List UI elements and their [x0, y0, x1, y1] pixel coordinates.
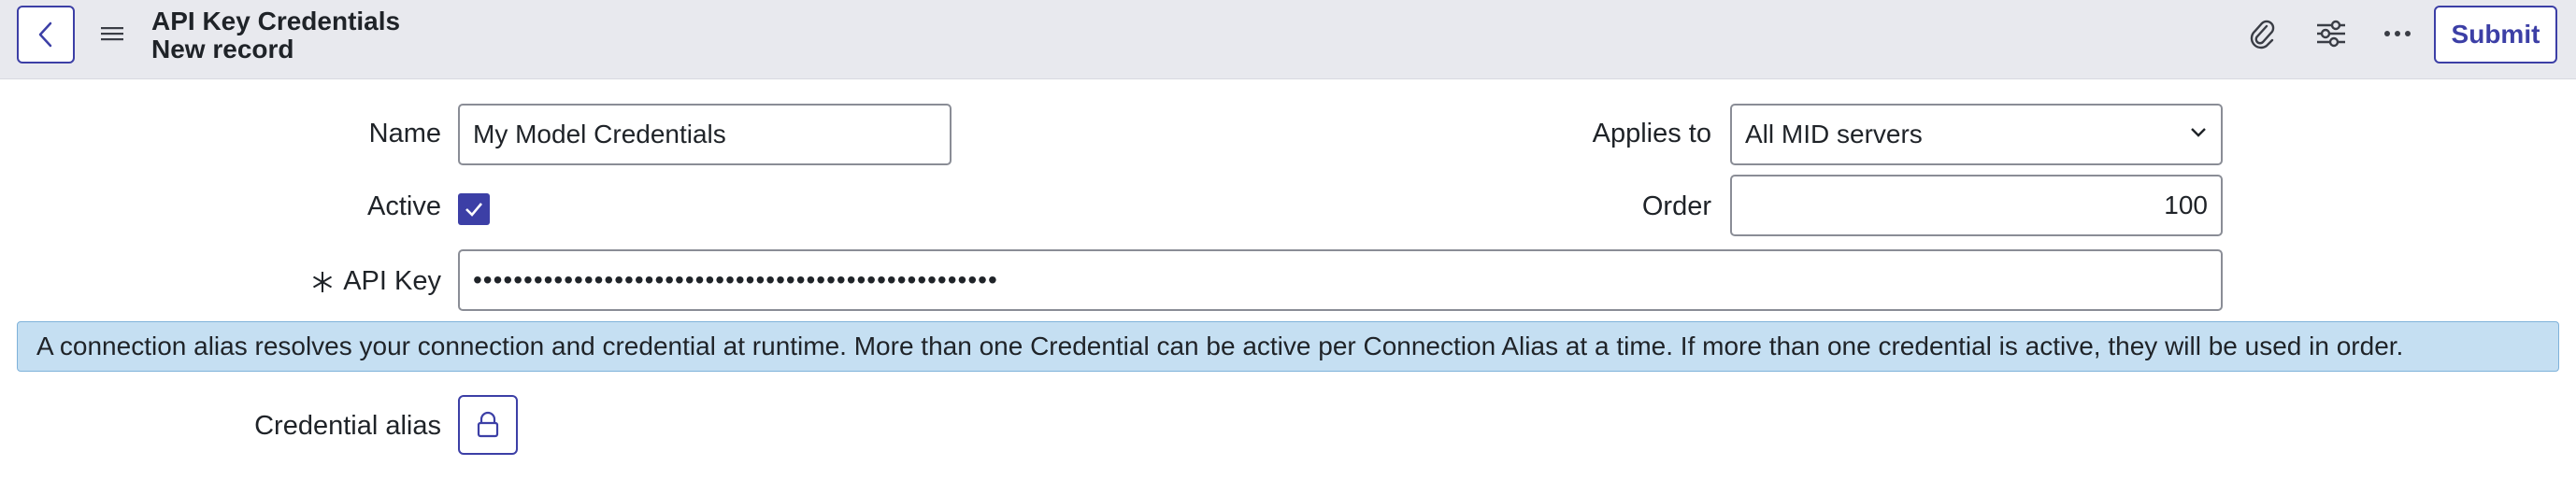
more-options-button[interactable] — [2379, 15, 2416, 52]
info-message: A connection alias resolves your connect… — [17, 321, 2559, 372]
back-icon — [38, 21, 52, 48]
form-header: API Key Credentials New record Submit — [0, 0, 2576, 79]
applies-to-value: All MID servers — [1745, 120, 1923, 148]
order-field[interactable]: 100 — [1730, 175, 2223, 236]
api-key-label-group: API Key — [311, 266, 441, 297]
applies-to-select[interactable]: All MID servers — [1730, 104, 2223, 165]
menu-icon[interactable] — [101, 24, 123, 43]
check-icon — [465, 203, 482, 217]
name-field[interactable]: My Model Credentials — [458, 104, 952, 165]
lock-icon — [477, 411, 499, 438]
paperclip-icon — [2250, 20, 2275, 49]
order-label: Order — [1641, 191, 1711, 221]
back-button[interactable] — [17, 6, 75, 64]
attachment-button[interactable] — [2243, 15, 2281, 52]
page-title: API Key Credentials New record — [151, 7, 400, 64]
required-asterisk-icon — [313, 271, 333, 292]
record-subtitle: New record — [151, 35, 294, 64]
api-key-masked-value: ••••••••••••••••••••••••••••••••••••••••… — [473, 265, 998, 294]
api-key-field[interactable]: ••••••••••••••••••••••••••••••••••••••••… — [458, 249, 2223, 311]
chevron-down-icon — [2191, 128, 2206, 137]
api-key-label: API Key — [343, 266, 441, 296]
credential-alias-lock-button[interactable] — [458, 395, 518, 455]
record-type-title: API Key Credentials — [151, 7, 401, 35]
applies-to-label: Applies to — [1592, 119, 1711, 148]
personalize-form-button[interactable] — [2312, 15, 2350, 52]
submit-button[interactable]: Submit — [2434, 6, 2557, 64]
more-icon — [2384, 31, 2411, 36]
name-label: Name — [368, 119, 441, 148]
active-label: Active — [367, 191, 441, 221]
info-message-text: A connection alias resolves your connect… — [36, 332, 2404, 360]
active-checkbox[interactable] — [458, 193, 490, 225]
sliders-icon — [2317, 20, 2345, 48]
credential-alias-label: Credential alias — [254, 411, 441, 441]
